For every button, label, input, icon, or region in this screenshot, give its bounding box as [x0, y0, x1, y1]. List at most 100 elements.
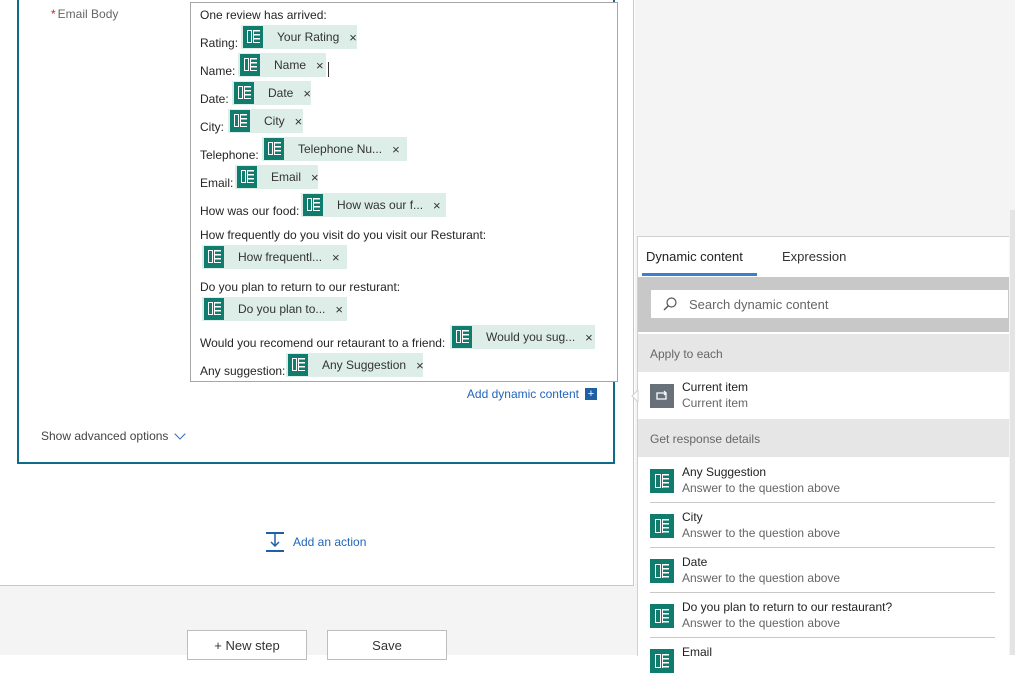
plus-icon: + [585, 388, 597, 400]
show-advanced-label: Show advanced options [41, 429, 169, 443]
token-label: Telephone Nu... [298, 142, 383, 156]
token-remove-icon[interactable]: × [299, 86, 319, 101]
dynamic-token[interactable]: Any Suggestion × [286, 353, 424, 377]
dynamic-token[interactable]: How frequentl... × [202, 245, 347, 269]
item-title: Date [682, 555, 708, 569]
forms-icon [288, 354, 308, 376]
item-subtitle: Answer to the question above [682, 481, 841, 495]
token-remove-icon[interactable]: × [429, 198, 449, 213]
forms-icon [303, 194, 323, 216]
search-placeholder: Search dynamic content [689, 296, 829, 312]
tab-expression[interactable]: Expression [782, 249, 846, 264]
text-cursor [328, 62, 329, 77]
email-body-label: * Email Body [51, 7, 118, 21]
forms-icon [243, 26, 263, 48]
item-title: Do you plan to return to our restaurant? [682, 600, 893, 614]
add-action-icon [265, 531, 285, 553]
body-text-line: Would you recomend our retaurant to a fr… [200, 336, 446, 350]
dynamic-item-any-suggestion[interactable]: Any Suggestion Answer to the question ab… [638, 458, 1009, 503]
body-text-line: One review has arrived: [200, 8, 327, 22]
body-text-line: Do you plan to return to our resturant: [200, 280, 401, 294]
dynamic-token[interactable]: Email × [235, 165, 319, 189]
token-remove-icon[interactable]: × [581, 330, 601, 345]
token-remove-icon[interactable]: × [291, 114, 311, 129]
token-label: Email [271, 170, 302, 184]
add-action-button[interactable]: Add an action [265, 531, 366, 553]
dynamic-token[interactable]: Do you plan to... × [202, 297, 347, 321]
new-step-button[interactable]: + New step [187, 630, 307, 660]
body-text-line: City: [200, 120, 224, 134]
dynamic-token[interactable]: How was our f... × [301, 193, 446, 217]
token-label: Your Rating [277, 30, 340, 44]
token-remove-icon[interactable]: × [328, 250, 348, 265]
item-subtitle: Current item [682, 396, 749, 410]
section-title: Apply to each [650, 347, 723, 361]
forms-icon [240, 54, 260, 76]
dynamic-token[interactable]: Telephone Nu... × [262, 137, 407, 161]
email-body-label-text: Email Body [57, 7, 119, 21]
add-action-label: Add an action [293, 535, 367, 549]
dynamic-token[interactable]: City × [228, 109, 303, 133]
tab-dynamic-content[interactable]: Dynamic content [646, 249, 743, 264]
scrollbar[interactable] [1010, 210, 1015, 655]
search-icon [663, 297, 677, 311]
forms-icon [452, 326, 472, 348]
item-subtitle: Answer to the question above [682, 571, 841, 585]
forms-icon [650, 649, 674, 673]
dynamic-token[interactable]: Date × [232, 81, 311, 105]
forms-icon [650, 514, 674, 538]
forms-icon [234, 82, 254, 104]
show-advanced-options[interactable]: Show advanced options [41, 428, 187, 443]
chevron-down-icon [174, 428, 187, 440]
bottom-toolbar [0, 586, 635, 655]
forms-icon [650, 604, 674, 628]
search-input[interactable]: Search dynamic content [650, 289, 1009, 319]
send-email-action-card: * Email Body One review has arrived: Rati… [17, 0, 618, 464]
token-label: Date [268, 86, 294, 100]
forms-icon [650, 469, 674, 493]
panel-tabs: Dynamic content Expression [638, 237, 1009, 277]
item-subtitle: Answer to the question above [682, 616, 841, 630]
body-text-line: Name: [200, 64, 236, 78]
forms-icon [230, 110, 250, 132]
token-label: Any Suggestion [322, 358, 407, 372]
search-area: Search dynamic content [638, 277, 1009, 332]
dynamic-token[interactable]: Your Rating × [241, 25, 357, 49]
dynamic-item-return[interactable]: Do you plan to return to our restaurant?… [638, 593, 1009, 638]
forms-icon [204, 298, 224, 320]
section-header-apply-to-each: Apply to each [638, 334, 1009, 372]
required-marker: * [51, 7, 56, 21]
dynamic-item-city[interactable]: City Answer to the question above [638, 503, 1009, 548]
add-dynamic-content-link[interactable]: Add dynamic content + [467, 387, 597, 401]
dynamic-token[interactable]: Name × [238, 53, 326, 77]
token-remove-icon[interactable]: × [307, 170, 327, 185]
body-text-line: How frequently do you visit do you visit… [200, 228, 487, 242]
forms-icon [204, 246, 224, 268]
dynamic-item-email[interactable]: Email [638, 638, 1009, 683]
item-subtitle: Answer to the question above [682, 526, 841, 540]
active-tab-indicator [642, 273, 757, 276]
designer-canvas: * Email Body One review has arrived: Rati… [0, 0, 634, 586]
token-remove-icon[interactable]: × [331, 302, 351, 317]
email-body-editor[interactable]: One review has arrived: Rating: Your Rat… [190, 2, 618, 382]
token-remove-icon[interactable]: × [388, 142, 408, 157]
dynamic-item-date[interactable]: Date Answer to the question above [638, 548, 1009, 593]
item-title: Any Suggestion [682, 465, 767, 479]
item-title: City [682, 510, 703, 524]
item-title: Email [682, 645, 713, 659]
forms-icon [237, 166, 257, 188]
body-text-line: Date: [200, 92, 229, 106]
dynamic-token[interactable]: Would you sug... × [450, 325, 595, 349]
section-header-get-response-details: Get response details [638, 419, 1009, 457]
token-label: Do you plan to... [238, 302, 326, 316]
token-label: City [264, 114, 285, 128]
add-dynamic-content-label: Add dynamic content [466, 387, 579, 401]
token-remove-icon[interactable]: × [412, 358, 432, 373]
dynamic-content-panel: Dynamic content Expression Search dynami… [637, 236, 1009, 683]
dynamic-item-current-item[interactable]: Current item Current item [638, 373, 1009, 418]
save-button[interactable]: Save [327, 630, 447, 660]
token-remove-icon[interactable]: × [345, 30, 365, 45]
body-text-line: How was our food: [200, 204, 300, 218]
body-text-line: Rating: [200, 36, 239, 50]
section-title: Get response details [650, 432, 761, 446]
